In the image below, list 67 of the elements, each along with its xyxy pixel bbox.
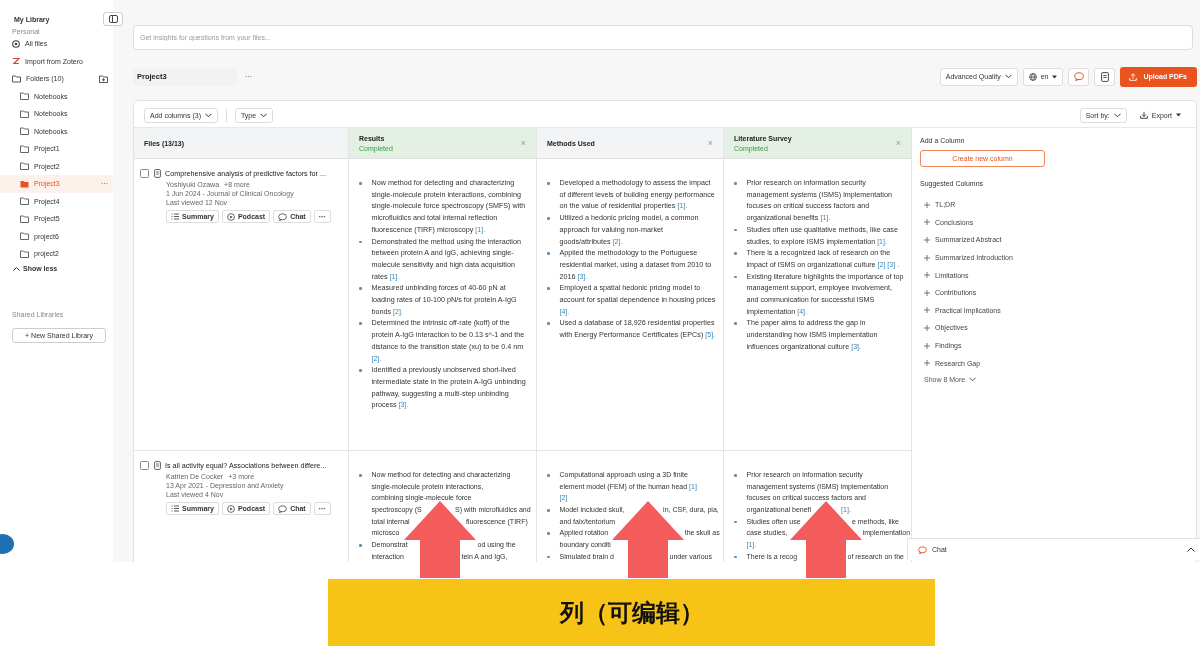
chat-bubble-icon <box>1073 72 1084 81</box>
chevron-up-icon <box>1187 547 1195 552</box>
plus-icon <box>924 272 930 279</box>
plus-icon <box>924 324 930 331</box>
chevron-down-icon <box>204 112 212 118</box>
bullet-icon <box>359 544 362 547</box>
chevron-up-icon <box>13 266 20 271</box>
bullet-icon <box>547 555 550 559</box>
plus-icon <box>924 237 930 243</box>
bullet-icon <box>359 369 362 372</box>
zotero-icon <box>12 57 20 66</box>
bullet-icon <box>547 182 550 185</box>
bullet-icon <box>547 322 550 325</box>
add-folder-icon[interactable] <box>99 74 108 83</box>
notes-button[interactable] <box>1094 67 1116 86</box>
bullet-icon <box>734 228 737 232</box>
document-icon <box>1100 71 1109 82</box>
bullet-icon <box>547 217 550 220</box>
list-icon <box>171 213 179 220</box>
chat-bubble-icon <box>278 212 288 221</box>
plus-icon <box>924 201 930 208</box>
bullet-icon <box>734 322 737 325</box>
bullet-icon <box>734 474 737 477</box>
bullet-icon <box>547 532 550 535</box>
files-icon <box>12 39 20 48</box>
globe-icon <box>1028 72 1037 81</box>
plus-icon <box>924 360 930 367</box>
bullet-icon <box>359 240 362 243</box>
chevron-down-icon <box>1004 74 1012 79</box>
bullet-icon <box>734 275 737 279</box>
chevron-down-icon <box>1113 112 1121 118</box>
bullet-icon <box>734 252 737 255</box>
checkbox[interactable] <box>140 461 149 470</box>
collapse-button[interactable] <box>103 12 123 26</box>
caption-banner: 列（可编辑） <box>328 579 935 646</box>
bullet-icon <box>547 474 550 477</box>
chat-bubble-icon <box>918 545 927 554</box>
bullet-icon <box>547 287 550 290</box>
plus-icon <box>924 307 930 314</box>
checkbox[interactable] <box>140 169 149 178</box>
caret-down-icon <box>1176 113 1181 117</box>
download-icon <box>1139 111 1148 119</box>
play-icon <box>226 504 235 513</box>
bullet-icon <box>734 520 737 524</box>
bullet-icon <box>359 182 362 185</box>
bullet-icon <box>547 509 550 512</box>
chat-bubble-icon <box>278 504 288 513</box>
caret-down-icon <box>1052 74 1058 79</box>
bullet-icon <box>359 474 362 477</box>
play-icon <box>226 212 235 221</box>
document-icon <box>154 169 161 178</box>
bullet-icon <box>547 252 550 255</box>
bullet-icon <box>734 182 737 185</box>
list-icon <box>171 505 179 512</box>
folders-icon <box>12 74 21 83</box>
chevron-down-icon <box>260 112 268 118</box>
plus-icon <box>924 254 930 261</box>
bullet-icon <box>359 322 362 325</box>
chevron-down-icon <box>969 376 977 382</box>
upload-icon <box>1129 72 1138 81</box>
plus-icon <box>924 342 930 349</box>
plus-icon <box>924 219 930 226</box>
bullet-icon <box>734 555 737 559</box>
plus-icon <box>924 289 930 296</box>
bullet-icon <box>359 287 362 290</box>
sidebar-icon <box>108 15 118 23</box>
document-icon <box>154 461 161 470</box>
